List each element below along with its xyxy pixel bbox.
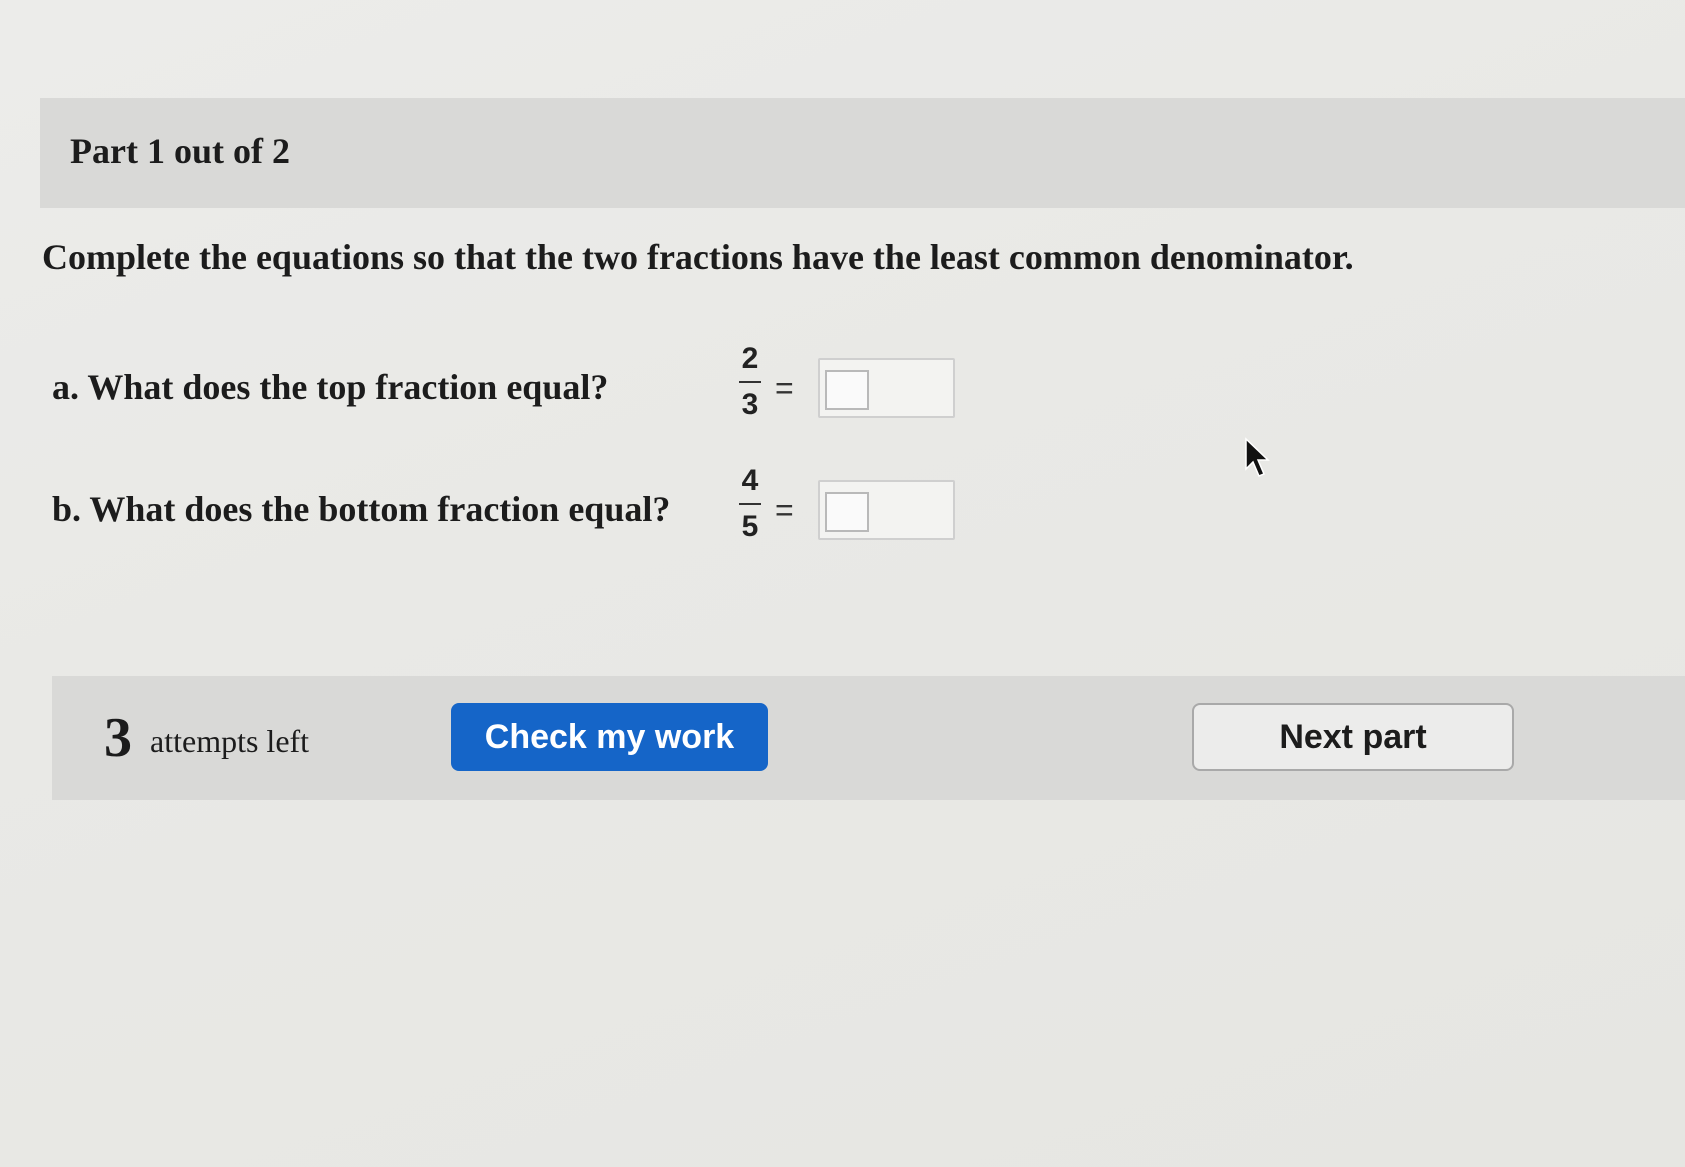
next-part-button[interactable]: Next part (1192, 703, 1514, 771)
answer-input-a[interactable] (825, 370, 869, 410)
answer-box-b[interactable] (818, 480, 955, 540)
mouse-pointer-icon (1245, 437, 1270, 477)
fraction-a-numerator: 2 (741, 342, 759, 375)
answer-box-a[interactable] (818, 358, 955, 418)
equals-sign-a: = (775, 370, 794, 406)
instructions-text: Complete the equations so that the two f… (42, 237, 1354, 277)
fraction-b-denominator: 5 (741, 510, 759, 543)
attempts-label: attempts left (150, 723, 310, 759)
fraction-b-bar (739, 503, 761, 505)
attempts-count: 3 (104, 707, 132, 769)
fraction-b: 4 5 (735, 464, 765, 544)
equals-sign-b: = (775, 492, 794, 528)
part-header: Part 1 out of 2 (40, 98, 1685, 208)
fraction-b-numerator: 4 (741, 464, 759, 497)
answer-input-b[interactable] (825, 492, 869, 532)
footer-bar: 3 attempts left Check my work Next part (52, 676, 1685, 800)
fraction-a: 2 3 (735, 342, 765, 422)
fraction-a-bar (739, 381, 761, 383)
question-b-label: b. What does the bottom fraction equal? (52, 489, 671, 529)
question-a-label: a. What does the top fraction equal? (52, 367, 609, 407)
check-my-work-button[interactable]: Check my work (451, 703, 768, 771)
fraction-a-denominator: 3 (741, 388, 759, 421)
part-title: Part 1 out of 2 (70, 131, 290, 171)
